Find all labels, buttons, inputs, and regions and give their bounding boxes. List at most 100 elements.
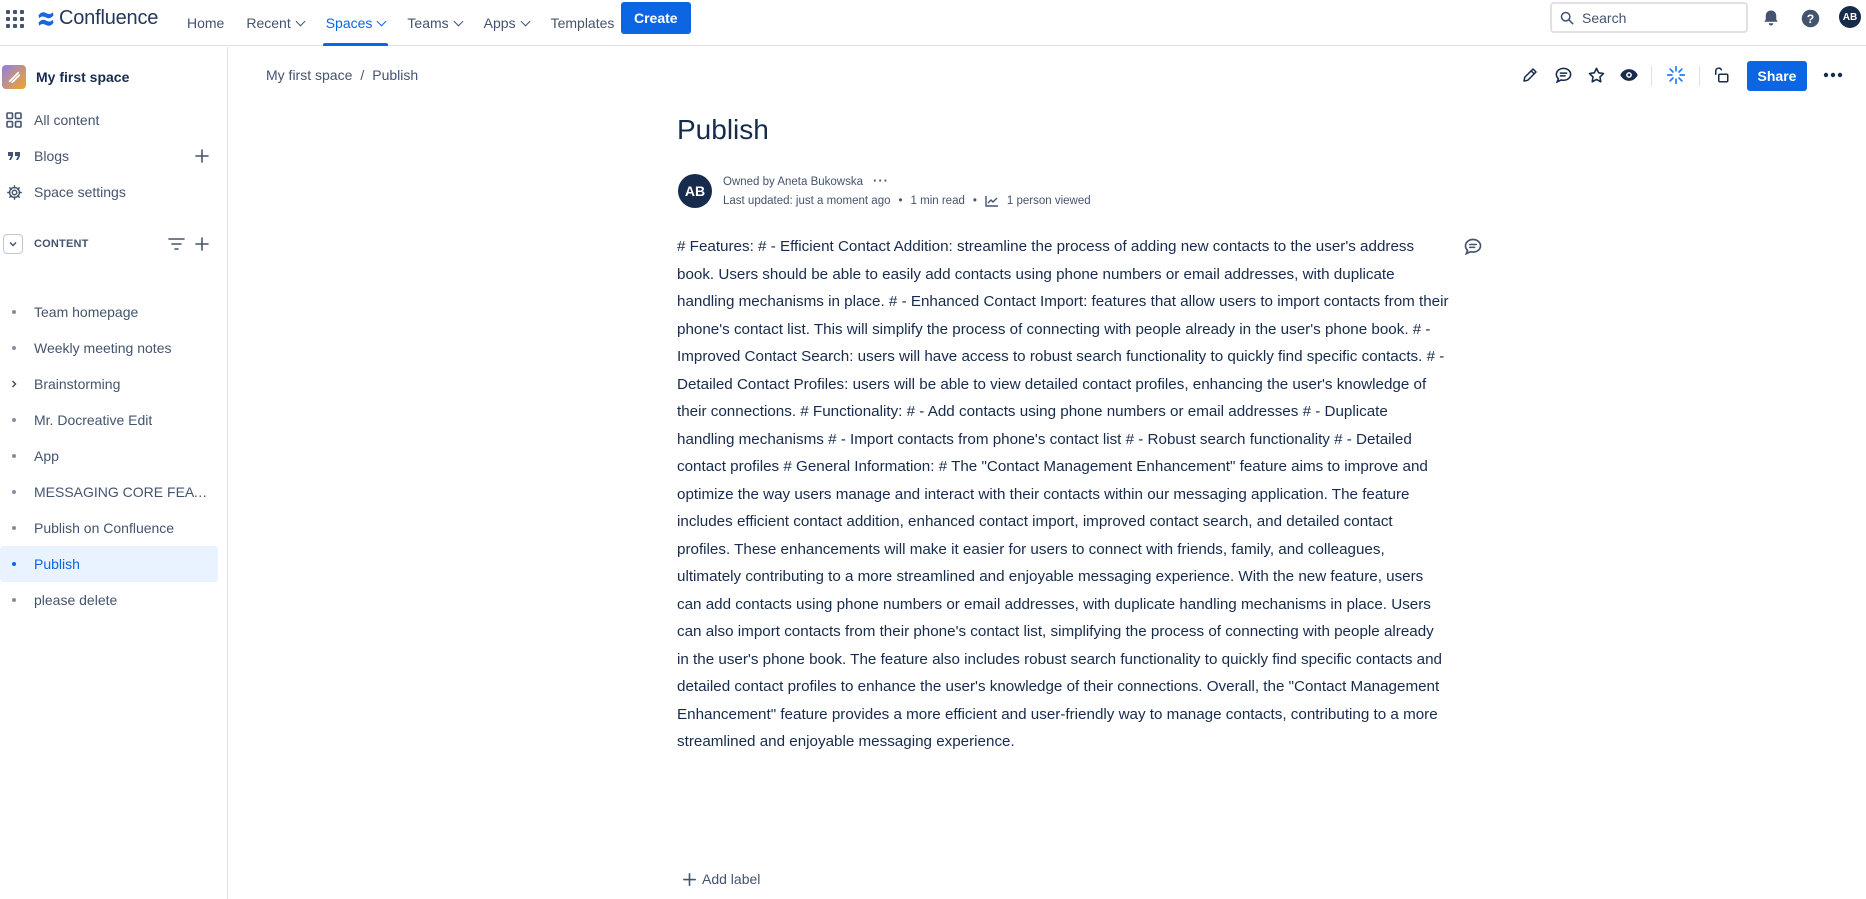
author-avatar[interactable]: AB: [678, 174, 712, 208]
tree-item-publish[interactable]: Publish: [0, 546, 218, 582]
logo-text: Confluence: [59, 7, 159, 29]
tree-item-mr-docreative-edit[interactable]: Mr. Docreative Edit: [0, 402, 218, 438]
search-box[interactable]: [1550, 2, 1748, 33]
nav-home-label: Home: [187, 15, 225, 31]
create-button[interactable]: Create: [621, 2, 691, 34]
nav-templates[interactable]: Templates: [540, 0, 626, 46]
owner-line: Owned by Aneta Bukowska ···: [723, 173, 889, 189]
bullet-icon: [5, 526, 23, 530]
tree-item-label: Brainstorming: [34, 376, 121, 392]
add-label-text: Add label: [702, 871, 761, 887]
tree-item-label: Publish on Confluence: [34, 520, 175, 536]
sidebar-item-label: Blogs: [34, 148, 70, 164]
owner-info: Owned by Aneta Bukowska: [723, 176, 863, 188]
content-section-label: CONTENT: [34, 238, 89, 250]
meta-dot-separator: •: [972, 195, 977, 207]
nav-recent[interactable]: Recent: [235, 0, 314, 46]
sidebar-item-label: All content: [34, 112, 100, 128]
profile-avatar[interactable]: AB: [1839, 6, 1861, 28]
nav-apps[interactable]: Apps: [473, 0, 540, 46]
sidebar-item-space-settings[interactable]: Space settings: [0, 175, 218, 209]
nav-spaces[interactable]: Spaces: [315, 0, 397, 46]
tree-item-weekly-meeting-notes[interactable]: Weekly meeting notes: [0, 330, 218, 366]
last-updated: Last updated: just a moment ago: [723, 195, 891, 207]
bullet-icon: [5, 562, 23, 566]
breadcrumb-space-link[interactable]: My first space: [266, 67, 352, 83]
content-collapse-button[interactable]: [3, 234, 23, 254]
meta-dot-separator: •: [898, 195, 903, 207]
watch-eye-icon[interactable]: [1617, 63, 1641, 87]
space-logo-icon: [2, 65, 26, 89]
confluence-logo[interactable]: Confluence: [37, 7, 158, 30]
read-time: 1 min read: [910, 195, 965, 207]
tree-item-messaging-core-features[interactable]: MESSAGING CORE FEATU...: [0, 474, 218, 510]
share-button[interactable]: Share: [1747, 61, 1807, 91]
nav-teams[interactable]: Teams: [396, 0, 472, 46]
plus-icon: [683, 872, 696, 886]
inline-comment-icon[interactable]: [1463, 237, 1483, 257]
action-divider: [1699, 66, 1700, 86]
tree-item-app[interactable]: App: [0, 438, 218, 474]
more-actions-icon[interactable]: [1821, 63, 1845, 87]
quote-icon: [5, 147, 23, 165]
edit-pencil-icon[interactable]: [1518, 63, 1542, 87]
grid-icon: [5, 111, 23, 129]
tree-item-label: Mr. Docreative Edit: [34, 412, 153, 428]
chevron-down-icon: [376, 16, 387, 26]
breadcrumb: My first space / Publish: [266, 67, 418, 83]
view-count[interactable]: 1 person viewed: [1007, 195, 1091, 207]
search-input[interactable]: [1582, 9, 1732, 26]
svg-text:?: ?: [1806, 11, 1813, 25]
tree-item-label: Weekly meeting notes: [34, 340, 172, 356]
nav-spaces-label: Spaces: [325, 15, 373, 31]
filter-icon[interactable]: [168, 236, 185, 252]
tree-item-label: Team homepage: [34, 304, 139, 320]
search-icon: [1560, 11, 1574, 24]
chevron-down-icon: [9, 241, 17, 247]
nav-apps-label: Apps: [483, 15, 516, 31]
tree-item-label: Publish: [34, 556, 80, 572]
chevron-down-icon: [520, 16, 531, 26]
chevron-right-icon[interactable]: [5, 379, 23, 389]
nav-home[interactable]: Home: [176, 0, 235, 46]
tree-item-label: please delete: [34, 592, 118, 608]
app-switcher-icon[interactable]: [6, 10, 24, 28]
nav-templates-label: Templates: [550, 15, 615, 31]
add-blog-plus-icon[interactable]: [194, 148, 210, 164]
chevron-down-icon: [453, 16, 464, 26]
breadcrumb-separator: /: [360, 67, 365, 83]
action-divider: [1651, 66, 1652, 86]
sidebar-item-blogs[interactable]: Blogs: [0, 139, 218, 173]
content-tree: Team homepage Weekly meeting notes Brain…: [0, 294, 228, 618]
gear-icon: [5, 183, 23, 201]
confluence-logo-icon: [38, 11, 54, 26]
breadcrumb-page-link[interactable]: Publish: [372, 67, 418, 83]
chevron-down-icon: [295, 16, 306, 26]
tree-item-brainstorming[interactable]: Brainstorming: [0, 366, 218, 402]
analytics-chart-icon[interactable]: [985, 195, 999, 207]
page-meta: Last updated: just a moment ago • 1 min …: [723, 195, 1091, 207]
tree-item-publish-on-confluence[interactable]: Publish on Confluence: [0, 510, 218, 546]
tree-item-team-homepage[interactable]: Team homepage: [0, 294, 218, 330]
star-icon[interactable]: [1584, 63, 1608, 87]
add-content-plus-icon[interactable]: [194, 236, 210, 252]
space-name: My first space: [36, 69, 130, 85]
add-label-button[interactable]: Add label: [683, 871, 760, 887]
main-nav: Home Recent Spaces Teams Apps Templates: [176, 0, 625, 46]
owner-prefix: Owned by: [723, 176, 775, 188]
sidebar-item-all-content[interactable]: All content: [0, 103, 218, 137]
space-header[interactable]: My first space: [0, 63, 129, 91]
notifications-bell-icon[interactable]: [1760, 7, 1782, 29]
loading-spinner-icon[interactable]: [1664, 63, 1688, 87]
owner-name[interactable]: Aneta Bukowska: [777, 176, 863, 188]
content-section-header: CONTENT: [0, 229, 218, 259]
unlock-icon[interactable]: [1709, 63, 1733, 87]
help-icon[interactable]: ?: [1799, 7, 1821, 29]
owner-more-icon[interactable]: ···: [873, 173, 889, 188]
bullet-icon: [5, 490, 23, 494]
comment-icon[interactable]: [1551, 63, 1575, 87]
tree-item-please-delete[interactable]: please delete: [0, 582, 218, 618]
bullet-icon: [5, 346, 23, 350]
tree-item-label: MESSAGING CORE FEATU...: [34, 484, 209, 500]
bullet-icon: [5, 310, 23, 314]
